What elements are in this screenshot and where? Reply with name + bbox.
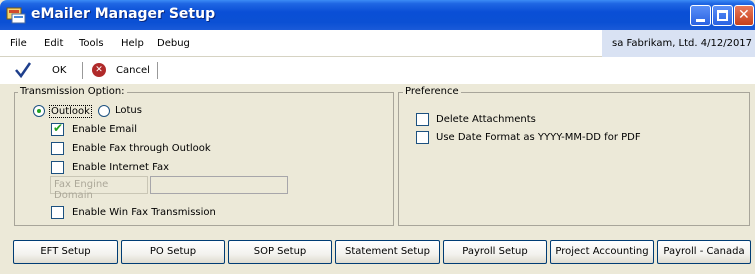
sop-setup-button[interactable]: SOP Setup <box>228 240 332 264</box>
title-bar[interactable]: eMailer Manager Setup ✕ <box>0 0 755 30</box>
cancel-button[interactable]: Cancel <box>116 65 150 76</box>
menu-debug[interactable]: Debug <box>157 38 190 49</box>
enable-win-fax-label: Enable Win Fax Transmission <box>72 207 216 218</box>
date-format-checkbox[interactable] <box>416 131 429 144</box>
enable-fax-outlook-label: Enable Fax through Outlook <box>72 143 211 154</box>
menu-file[interactable]: File <box>10 38 27 49</box>
checkmark-icon: ✔ <box>53 121 64 135</box>
preference-group-title: Preference <box>403 86 461 97</box>
eft-setup-button[interactable]: EFT Setup <box>13 240 118 264</box>
transmission-group-title: Transmission Option: <box>18 86 127 97</box>
project-accounting-button[interactable]: Project Accounting <box>550 240 654 264</box>
lotus-radio-label[interactable]: Lotus <box>115 105 142 116</box>
window-title: eMailer Manager Setup <box>31 6 216 22</box>
statement-setup-button[interactable]: Statement Setup <box>335 240 440 264</box>
menu-help[interactable]: Help <box>121 38 144 49</box>
outlook-radio[interactable] <box>33 105 45 117</box>
menu-tools[interactable]: Tools <box>79 38 104 49</box>
enable-win-fax-checkbox[interactable] <box>51 206 64 219</box>
toolbar-separator <box>157 62 158 79</box>
po-setup-button[interactable]: PO Setup <box>121 240 225 264</box>
enable-email-checkbox[interactable]: ✔ <box>51 121 64 136</box>
app-icon <box>6 7 26 24</box>
enable-internet-fax-checkbox[interactable] <box>51 161 64 174</box>
date-format-label: Use Date Format as YYYY-MM-DD for PDF <box>436 132 641 143</box>
toolbar: OK ✕ Cancel <box>0 57 755 84</box>
delete-attachments-label: Delete Attachments <box>436 114 536 125</box>
payroll-setup-button[interactable]: Payroll Setup <box>443 240 547 264</box>
checkmark-icon[interactable] <box>14 61 32 79</box>
ok-button[interactable]: OK <box>52 65 66 76</box>
minimize-icon <box>696 19 705 22</box>
cancel-icon[interactable]: ✕ <box>92 63 106 77</box>
menu-edit[interactable]: Edit <box>44 38 63 49</box>
enable-internet-fax-label: Enable Internet Fax <box>72 162 170 173</box>
enable-email-label: Enable Email <box>72 124 137 135</box>
enable-fax-outlook-checkbox[interactable] <box>51 142 64 155</box>
preference-group <box>398 92 750 226</box>
lotus-radio[interactable] <box>98 105 110 117</box>
minimize-button[interactable] <box>690 5 711 26</box>
outlook-radio-label[interactable]: Outlook <box>49 105 92 118</box>
emailer-setup-window: eMailer Manager Setup ✕ File Edit Tools … <box>0 0 755 274</box>
fax-engine-domain-label: Fax Engine Domain <box>50 176 148 201</box>
delete-attachments-checkbox[interactable] <box>416 113 429 126</box>
payroll-canada-button[interactable]: Payroll - Canada <box>657 240 751 264</box>
close-icon: ✕ <box>738 7 750 23</box>
fax-engine-domain-input[interactable] <box>150 176 288 194</box>
toolbar-separator <box>82 62 83 79</box>
user-company-date: sa Fabrikam, Ltd. 4/12/2017 <box>602 30 755 57</box>
close-button[interactable]: ✕ <box>734 5 754 26</box>
maximize-button[interactable] <box>712 5 733 26</box>
maximize-icon <box>717 10 728 21</box>
